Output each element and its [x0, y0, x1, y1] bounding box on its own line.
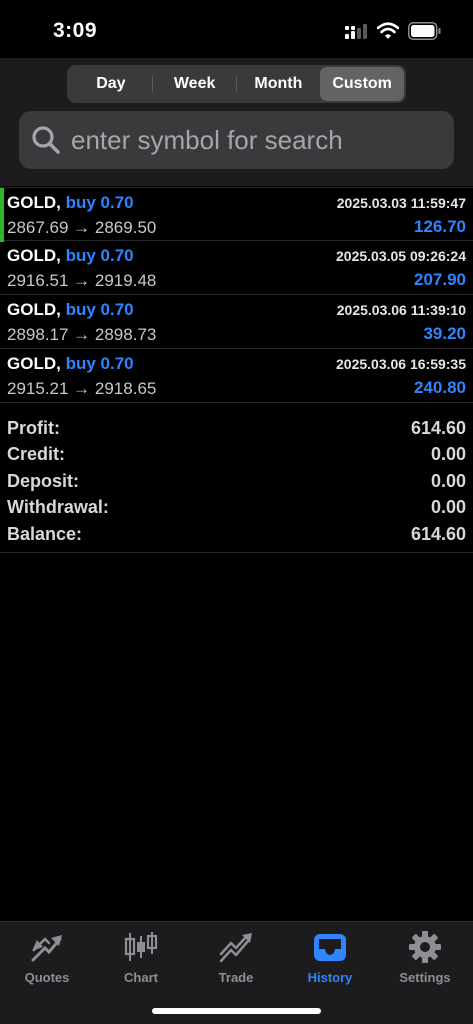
period-selector: Day Week Month Custom — [67, 65, 406, 103]
trade-row[interactable]: GOLD, buy 0.70 2916.51 → 2919.48 2025.03… — [0, 241, 473, 295]
trade-symbol: GOLD, — [7, 300, 61, 319]
trade-prices: 2898.17 → 2898.73 — [7, 325, 157, 344]
summary-value: 614.60 — [410, 523, 466, 544]
trade-prices: 2915.21 → 2918.65 — [7, 379, 157, 398]
summary-balance: Balance: 614.60 — [0, 521, 473, 548]
tab-trade[interactable]: Trade — [191, 930, 281, 985]
summary-label: Credit: — [7, 444, 65, 465]
summary-label: Withdrawal: — [7, 497, 109, 518]
trade-time: 2025.03.03 11:59:47 — [336, 195, 466, 211]
status-bar: 3:09 — [0, 0, 473, 58]
search-input[interactable] — [71, 124, 431, 156]
summary-credit: Credit: 0.00 — [0, 442, 473, 469]
tab-week[interactable]: Week — [153, 67, 237, 101]
trade-trend-icon — [219, 933, 252, 963]
trade-row[interactable]: GOLD, buy 0.70 2915.21 → 2918.65 2025.03… — [0, 349, 473, 403]
summary-withdrawal: Withdrawal: 0.00 — [0, 495, 473, 522]
tab-label: Quotes — [24, 970, 70, 985]
trade-side: buy 0.70 — [65, 354, 134, 373]
summary-label: Deposit: — [7, 470, 79, 491]
tab-settings[interactable]: Settings — [380, 930, 470, 985]
trade-prices: 2867.69 → 2869.50 — [7, 218, 157, 237]
wifi-icon — [377, 22, 399, 39]
tab-day[interactable]: Day — [69, 67, 153, 101]
trade-prices: 2916.51 → 2919.48 — [7, 271, 157, 290]
summary-value: 0.00 — [430, 497, 466, 518]
summary-value: 614.60 — [410, 417, 466, 438]
trade-side: buy 0.70 — [65, 246, 134, 265]
summary-label: Profit: — [7, 417, 60, 438]
trade-profit: 207.90 — [414, 270, 466, 289]
tab-label: Trade — [218, 970, 254, 985]
trade-symbol: GOLD, — [7, 354, 61, 373]
trade-row[interactable]: GOLD, buy 0.70 2898.17 → 2898.73 2025.03… — [0, 295, 473, 349]
trade-row[interactable]: GOLD, buy 0.70 2867.69 → 2869.50 2025.03… — [0, 187, 473, 242]
summary-profit: Profit: 614.60 — [0, 415, 473, 442]
summary-deposit: Deposit: 0.00 — [0, 468, 473, 495]
tab-quotes[interactable]: Quotes — [2, 930, 92, 985]
summary-value: 0.00 — [430, 470, 466, 491]
summary-value: 0.00 — [430, 444, 466, 465]
trade-profit: 39.20 — [423, 324, 466, 343]
status-time: 3:09 — [53, 19, 98, 42]
trade-profit: 240.80 — [414, 378, 466, 397]
cellular-signal-icon — [345, 24, 367, 39]
summary-label: Balance: — [7, 523, 83, 544]
trade-profit: 126.70 — [414, 217, 466, 236]
tab-label: Chart — [124, 970, 158, 985]
history-tray-icon — [314, 934, 346, 961]
tab-label: Settings — [399, 970, 451, 985]
quotes-icon — [31, 935, 62, 962]
trade-time: 2025.03.06 16:59:35 — [336, 356, 466, 372]
search-icon — [32, 126, 60, 154]
trade-side: buy 0.70 — [65, 300, 134, 319]
tab-label: History — [307, 970, 353, 985]
home-indicator — [152, 1008, 321, 1014]
tab-month[interactable]: Month — [237, 67, 321, 101]
tab-chart[interactable]: Chart — [96, 930, 186, 985]
search-box[interactable] — [19, 111, 454, 169]
account-summary: Profit: 614.60 Credit: 0.00 Deposit: 0.00 W… — [0, 413, 473, 548]
trade-symbol: GOLD, — [7, 193, 61, 212]
candlestick-chart-icon — [124, 932, 158, 961]
trade-time: 2025.03.05 09:26:24 — [336, 248, 466, 264]
divider — [0, 552, 473, 553]
tab-custom[interactable]: Custom — [320, 67, 404, 101]
gear-icon — [409, 931, 441, 963]
trade-time: 2025.03.06 11:39:10 — [336, 302, 466, 318]
trade-list: GOLD, buy 0.70 2867.69 → 2869.50 2025.03… — [0, 187, 473, 403]
trade-side: buy 0.70 — [65, 193, 134, 212]
trade-symbol: GOLD, — [7, 246, 61, 265]
tab-history[interactable]: History — [285, 930, 375, 985]
battery-icon — [408, 22, 441, 40]
history-header: Day Week Month Custom — [0, 58, 473, 186]
